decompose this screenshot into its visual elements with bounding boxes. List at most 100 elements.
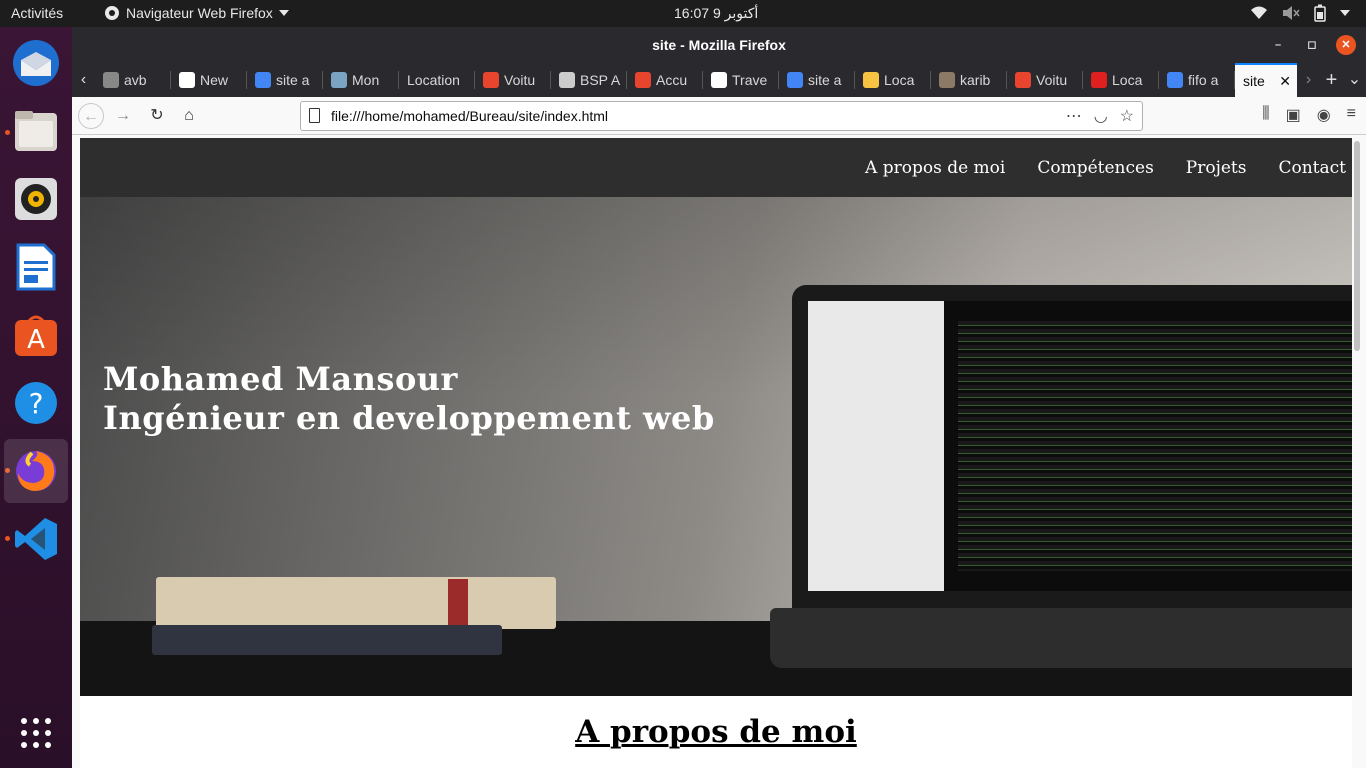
tab[interactable]: Mon: [323, 63, 399, 97]
navigation-toolbar: ← → ↻ ⌂ file:///home/mohamed/Bureau/site…: [72, 97, 1366, 135]
home-button[interactable]: ⌂: [176, 103, 202, 129]
tab-label: site a: [808, 72, 842, 88]
address-bar[interactable]: file:///home/mohamed/Bureau/site/index.h…: [300, 101, 1143, 131]
tab[interactable]: site a: [779, 63, 855, 97]
tab[interactable]: Location: [399, 63, 475, 97]
close-tab-icon[interactable]: ✕: [1279, 73, 1291, 90]
tab-favicon-icon: [483, 72, 499, 88]
tab-label: karib: [960, 72, 991, 88]
tab-favicon-icon: [103, 72, 119, 88]
tab-label: fifo a: [1188, 72, 1219, 88]
scroll-tabs-right-icon[interactable]: ›: [1297, 63, 1320, 97]
tab[interactable]: site a: [247, 63, 323, 97]
scroll-tabs-left-icon[interactable]: ‹: [72, 63, 95, 97]
window-title: site - Mozilla Firefox: [652, 37, 786, 53]
app-menu[interactable]: Navigateur Web Firefox: [104, 5, 289, 21]
laptop-screen-image: [808, 301, 1352, 591]
tab-favicon-icon: [863, 72, 879, 88]
nav-link-projects[interactable]: Projets: [1186, 158, 1247, 178]
rhythmbox-icon[interactable]: [4, 167, 68, 231]
help-icon[interactable]: ?: [4, 371, 68, 435]
laptop-base-image: [770, 608, 1352, 668]
tab-active[interactable]: site ✕: [1235, 63, 1297, 97]
tab[interactable]: Voitu: [1007, 63, 1083, 97]
tab[interactable]: karib: [931, 63, 1007, 97]
tab-label: site a: [276, 72, 310, 88]
tab[interactable]: New: [171, 63, 247, 97]
reload-button[interactable]: ↻: [144, 103, 170, 129]
tab-favicon-icon: [711, 72, 727, 88]
volume-muted-icon: [1283, 6, 1300, 20]
tab[interactable]: Trave: [703, 63, 779, 97]
title-bar[interactable]: site - Mozilla Firefox – ◻ ✕: [72, 27, 1366, 63]
tab-favicon-icon: [1167, 72, 1183, 88]
tab[interactable]: Loca: [1083, 63, 1159, 97]
tab[interactable]: fifo a: [1159, 63, 1235, 97]
tab-label: Trave: [732, 72, 768, 88]
site-navbar: A propos de moi Compétences Projets Cont…: [80, 138, 1352, 197]
tab[interactable]: BSP A: [551, 63, 627, 97]
tab-label: Voitu: [1036, 72, 1068, 88]
ubuntu-software-icon[interactable]: A: [4, 303, 68, 367]
pocket-icon[interactable]: ◡: [1094, 106, 1108, 126]
show-applications-icon[interactable]: [4, 701, 68, 765]
firefox-icon[interactable]: [4, 439, 68, 503]
maximize-button[interactable]: ◻: [1302, 35, 1322, 55]
menu-icon[interactable]: ≡: [1347, 105, 1356, 125]
tab-favicon-icon: [939, 72, 955, 88]
activities-button[interactable]: Activités: [11, 5, 63, 21]
nav-link-skills[interactable]: Compétences: [1037, 158, 1153, 178]
nav-link-about[interactable]: A propos de moi: [865, 158, 1005, 178]
tab-label: avb: [124, 72, 147, 88]
about-heading: A propos de moi: [575, 714, 857, 750]
tab-label: Accu: [656, 72, 688, 88]
tab-label: Loca: [1112, 72, 1143, 88]
bookmark-star-icon[interactable]: ☆: [1120, 106, 1134, 126]
nav-link-contact[interactable]: Contact: [1278, 158, 1346, 178]
back-button[interactable]: ←: [78, 103, 104, 129]
tab-favicon-icon: [331, 72, 347, 88]
tab[interactable]: Accu: [627, 63, 703, 97]
library-icon[interactable]: ⫼: [1262, 105, 1269, 125]
chevron-down-icon: [278, 10, 289, 16]
tab-label: Location: [407, 72, 460, 88]
clock[interactable]: 16:07 أكتوبر 9: [674, 5, 758, 22]
ubuntu-dock: A ?: [0, 27, 72, 768]
tab[interactable]: Voitu: [475, 63, 551, 97]
tab-favicon-icon: [255, 72, 271, 88]
account-icon[interactable]: ◉: [1317, 105, 1331, 125]
page-scrollbar[interactable]: [1354, 141, 1360, 351]
url-text[interactable]: file:///home/mohamed/Bureau/site/index.h…: [331, 108, 608, 124]
tab-label: BSP A: [580, 72, 621, 88]
list-all-tabs-icon[interactable]: ⌄: [1343, 63, 1366, 97]
battery-icon: [1314, 4, 1326, 22]
forward-button[interactable]: →: [110, 103, 136, 129]
vscode-icon[interactable]: [4, 507, 68, 571]
page-actions-icon[interactable]: ⋯: [1066, 106, 1082, 126]
files-icon[interactable]: [4, 99, 68, 163]
web-content: A propos de moi Compétences Projets Cont…: [80, 138, 1352, 768]
about-section: A propos de moi: [80, 696, 1352, 750]
close-window-button[interactable]: ✕: [1336, 35, 1356, 55]
hero-subtitle: Ingénieur en developpement web: [103, 399, 715, 437]
minimize-button[interactable]: –: [1268, 35, 1288, 55]
book-image: [156, 577, 556, 629]
tab-favicon-icon: [1015, 72, 1031, 88]
firefox-window: site - Mozilla Firefox – ◻ ✕ ‹ avb New sit…: [72, 27, 1366, 768]
books-stack-image: [152, 625, 502, 655]
firefox-small-icon: [105, 6, 119, 20]
tab[interactable]: Loca: [855, 63, 931, 97]
tab-favicon-icon: [635, 72, 651, 88]
tab-bar: ‹ avb New site a Mon Location Voitu BSP A Accu T…: [72, 63, 1366, 97]
tab-favicon-icon: [179, 72, 195, 88]
tab[interactable]: avb: [95, 63, 171, 97]
thunderbird-icon[interactable]: [4, 31, 68, 95]
hero-title: Mohamed Mansour Ingénieur en developpeme…: [103, 360, 715, 438]
system-tray[interactable]: [1250, 4, 1350, 22]
hero-name: Mohamed Mansour: [103, 360, 458, 398]
libreoffice-writer-icon[interactable]: [4, 235, 68, 299]
sidebar-icon[interactable]: ▣: [1286, 105, 1301, 125]
page-icon: [309, 108, 320, 123]
tab-label: Loca: [884, 72, 915, 88]
new-tab-button[interactable]: +: [1320, 63, 1343, 97]
